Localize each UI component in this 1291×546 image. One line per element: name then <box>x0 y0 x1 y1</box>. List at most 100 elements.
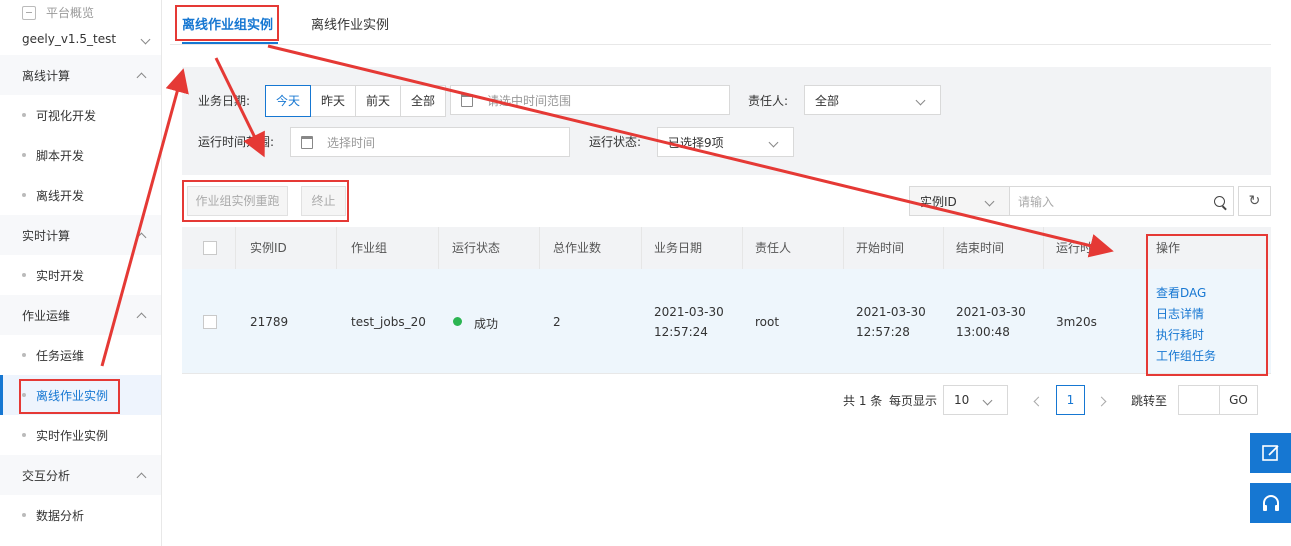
annotation-box-tab <box>175 5 279 41</box>
support-button[interactable] <box>1250 483 1291 523</box>
page-jump-input[interactable] <box>1179 386 1220 414</box>
jump-label: 跳转至 <box>1131 393 1168 408</box>
chevron-down-icon <box>140 34 151 44</box>
column-divider <box>1043 227 1044 269</box>
th-end-time: 结束时间 <box>956 241 1005 255</box>
sidebar-group-label: 实时计算 <box>22 228 71 243</box>
th-duration: 运行时间 <box>1056 241 1105 255</box>
table-row <box>182 269 1271 374</box>
column-divider <box>742 227 743 269</box>
cell-instance-id: 21789 <box>250 315 289 329</box>
sidebar-item-task-ops[interactable]: 任务运维 <box>0 335 161 375</box>
sidebar-item-script-dev[interactable]: 脚本开发 <box>0 135 161 175</box>
search-field-value: 实例ID <box>920 194 957 209</box>
platform-overview-link[interactable]: 平台概览 <box>22 4 94 21</box>
go-button[interactable]: GO <box>1220 386 1257 414</box>
project-selector[interactable]: geely_v1.5_test <box>22 29 155 49</box>
search-field-select[interactable]: 实例ID <box>910 187 1010 215</box>
column-divider <box>336 227 337 269</box>
date-all-button[interactable]: 全部 <box>401 86 445 116</box>
search-icon[interactable] <box>1214 195 1225 207</box>
column-divider <box>235 227 236 269</box>
table-header <box>182 227 1271 269</box>
date-daybefore-button[interactable]: 前天 <box>356 86 401 116</box>
platform-icon <box>22 5 36 20</box>
pagination-total: 共 1 条 <box>843 393 883 408</box>
sidebar-item-label: 实时作业实例 <box>36 428 109 443</box>
bullet-icon <box>22 113 26 117</box>
cell-duration: 3m20s <box>1056 315 1097 329</box>
refresh-button[interactable]: ↻ <box>1238 186 1271 216</box>
sidebar-group-realtime[interactable]: 实时计算 <box>0 215 161 255</box>
tab-offline-job-instance[interactable]: 离线作业实例 <box>311 14 389 33</box>
sidebar-group-label: 交互分析 <box>22 468 71 483</box>
column-divider <box>943 227 944 269</box>
sidebar-item-label: 可视化开发 <box>36 108 97 123</box>
run-status-value: 已选择9项 <box>668 135 724 150</box>
per-page-value: 10 <box>954 393 970 407</box>
cell-run-status: 成功 <box>474 317 499 331</box>
sidebar-item-visual-dev[interactable]: 可视化开发 <box>0 95 161 135</box>
calendar-icon <box>461 93 473 107</box>
sidebar-item-label: 任务运维 <box>36 348 85 363</box>
date-yesterday-button[interactable]: 昨天 <box>311 86 356 116</box>
platform-label: 平台概览 <box>46 6 95 20</box>
sidebar-item-data-analysis[interactable]: 数据分析 <box>0 495 161 535</box>
bullet-icon <box>22 513 26 517</box>
bullet-icon <box>22 433 26 437</box>
run-range-placeholder: 选择时间 <box>327 135 376 150</box>
per-page-select[interactable]: 10 <box>943 385 1008 415</box>
cell-owner: root <box>755 315 780 329</box>
chevron-down-icon <box>984 196 995 206</box>
bullet-icon <box>22 273 26 277</box>
run-status-label: 运行状态: <box>589 135 642 149</box>
sidebar-group-offline[interactable]: 离线计算 <box>0 55 161 95</box>
sidebar-item-realtime-job-instance[interactable]: 实时作业实例 <box>0 415 161 455</box>
cell-total-jobs: 2 <box>553 315 561 329</box>
calendar-icon <box>301 135 313 149</box>
edit-icon <box>1261 445 1279 461</box>
sidebar-group-ops[interactable]: 作业运维 <box>0 295 161 335</box>
bullet-icon <box>22 353 26 357</box>
owner-select[interactable]: 全部 <box>804 85 941 115</box>
per-page-label: 每页显示 <box>889 393 938 408</box>
refresh-icon: ↻ <box>1248 193 1261 209</box>
status-dot-icon <box>453 317 462 326</box>
chevron-down-icon <box>915 95 926 105</box>
sidebar-item-label: 实时开发 <box>36 268 85 283</box>
sidebar-item-realtime-dev[interactable]: 实时开发 <box>0 255 161 295</box>
th-run-status: 运行状态 <box>452 241 501 255</box>
th-job-group: 作业组 <box>351 241 388 255</box>
annotation-box-operations <box>1146 234 1268 376</box>
sidebar-item-offline-dev[interactable]: 离线开发 <box>0 175 161 215</box>
page-jump: GO <box>1178 385 1258 415</box>
chevron-down-icon <box>982 395 993 405</box>
search-bar: 实例ID 请输入 <box>909 186 1234 216</box>
annotation-box-sidebar-item <box>19 379 120 414</box>
select-all-checkbox[interactable] <box>203 241 217 255</box>
run-range-input[interactable]: 选择时间 <box>290 127 570 157</box>
sidebar-group-analysis[interactable]: 交互分析 <box>0 455 161 495</box>
date-today-button[interactable]: 今天 <box>265 85 311 117</box>
th-start-time: 开始时间 <box>856 241 905 255</box>
biz-date-range-input[interactable]: 请选中时间范围 <box>450 85 730 115</box>
row-checkbox[interactable] <box>203 315 217 329</box>
filter-panel <box>182 67 1271 175</box>
next-page-icon[interactable] <box>1096 396 1107 407</box>
sidebar-item-label: 离线开发 <box>36 188 85 203</box>
feedback-button[interactable] <box>1250 433 1291 473</box>
search-input[interactable]: 请输入 <box>1010 187 1233 215</box>
owner-value: 全部 <box>815 93 840 108</box>
search-placeholder: 请输入 <box>1018 194 1055 209</box>
prev-page-icon[interactable] <box>1033 396 1044 407</box>
cell-job-group: test_jobs_20 <box>351 315 426 329</box>
sidebar-group-label: 作业运维 <box>22 308 71 323</box>
sidebar-group-label: 离线计算 <box>22 68 71 83</box>
th-biz-date: 业务日期 <box>654 241 703 255</box>
sidebar-item-label: 脚本开发 <box>36 148 85 163</box>
page-1-button[interactable]: 1 <box>1056 385 1085 415</box>
chevron-down-icon <box>768 137 779 147</box>
column-divider <box>539 227 540 269</box>
cell-end-time: 13:00:48 <box>956 325 1010 339</box>
run-status-select[interactable]: 已选择9项 <box>657 127 794 157</box>
